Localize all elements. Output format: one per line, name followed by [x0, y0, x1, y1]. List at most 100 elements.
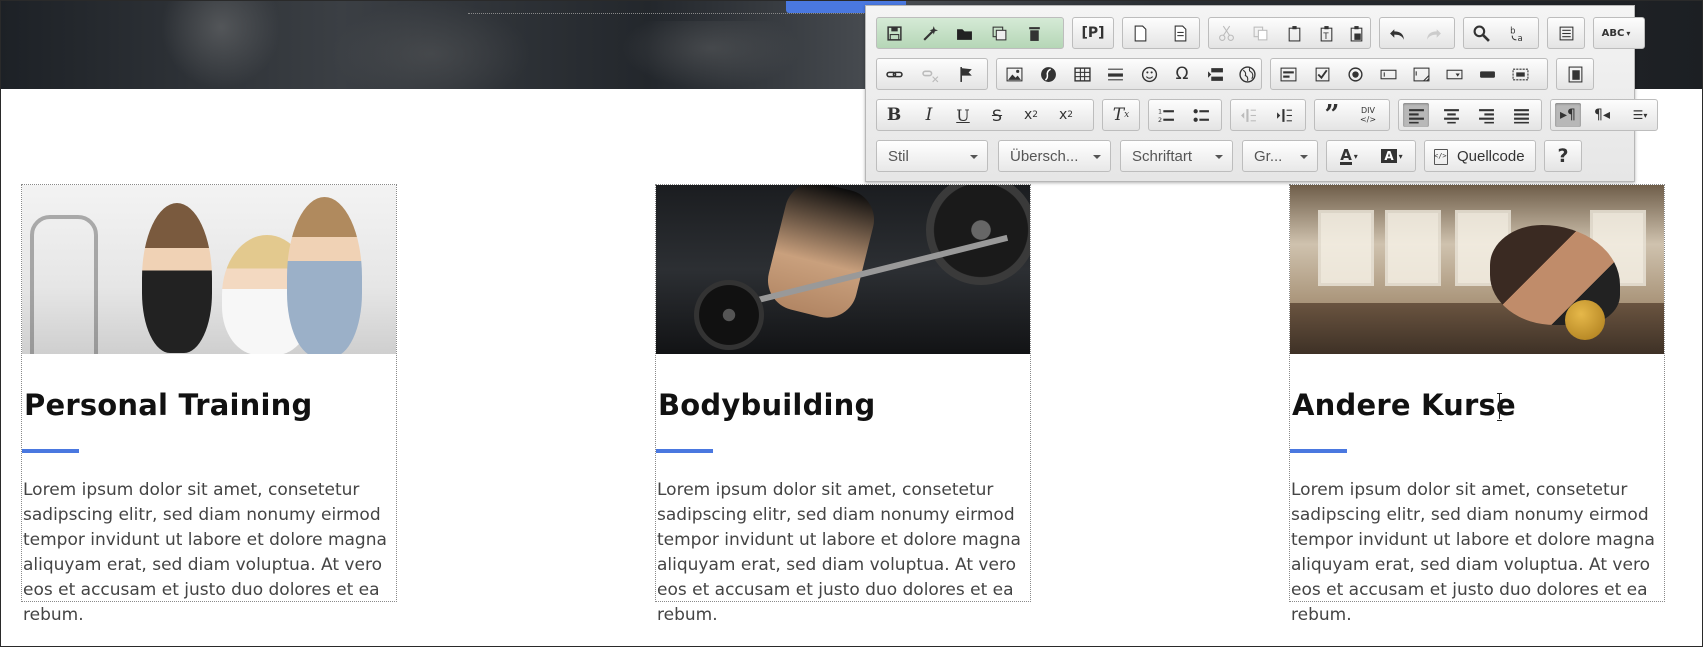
horizontal-rule-icon[interactable]: [1102, 62, 1128, 86]
globe-icon[interactable]: [1234, 62, 1260, 86]
search-icon[interactable]: [1468, 21, 1494, 45]
style-dropdown[interactable]: Stil: [876, 140, 988, 172]
open-folder-icon[interactable]: [951, 21, 977, 45]
button-field-icon[interactable]: [1474, 62, 1500, 86]
svg-text:b: b: [1510, 26, 1515, 36]
svg-text:2: 2: [1158, 115, 1162, 123]
numbered-list-icon[interactable]: 12: [1153, 103, 1179, 127]
unlink-icon[interactable]: [917, 62, 943, 86]
paste-word-icon[interactable]: [1343, 21, 1369, 45]
indent-group: [1230, 99, 1306, 131]
checkbox-icon[interactable]: [1309, 62, 1335, 86]
remove-format-icon[interactable]: Tx: [1108, 103, 1134, 127]
subscript-icon[interactable]: x2: [1018, 103, 1044, 127]
text-field-icon[interactable]: [1375, 62, 1401, 86]
paste-text-icon[interactable]: T: [1313, 21, 1339, 45]
hidden-field-icon[interactable]: [1507, 62, 1533, 86]
chevron-down-icon: [1300, 155, 1308, 159]
duplicate-icon[interactable]: [986, 21, 1012, 45]
hero-shape: [621, 21, 801, 89]
undo-icon[interactable]: [1384, 21, 1410, 45]
italic-icon[interactable]: I: [916, 103, 942, 127]
magic-wand-icon[interactable]: [916, 21, 942, 45]
iframe-icon[interactable]: [1562, 62, 1588, 86]
cut-icon[interactable]: [1213, 21, 1239, 45]
select-field-icon[interactable]: [1441, 62, 1467, 86]
size-dropdown[interactable]: Gr...: [1242, 140, 1318, 172]
card-title[interactable]: Bodybuilding: [658, 388, 875, 422]
align-right-icon[interactable]: [1473, 103, 1499, 127]
card-text[interactable]: Lorem ipsum dolor sit amet, consetetur s…: [23, 478, 395, 628]
bullet-list-icon[interactable]: [1188, 103, 1214, 127]
card-title[interactable]: Personal Training: [24, 388, 312, 422]
font-dropdown[interactable]: Schriftart: [1120, 140, 1233, 172]
block-group: ” DIV </>: [1314, 99, 1390, 131]
flash-icon[interactable]: [1035, 62, 1061, 86]
copy-icon[interactable]: [1247, 21, 1273, 45]
radio-icon[interactable]: [1342, 62, 1368, 86]
title-underline: [22, 449, 79, 453]
language-icon[interactable]: ☰ ▾: [1621, 103, 1659, 127]
align-center-icon[interactable]: [1438, 103, 1464, 127]
style-dropdown-label: Stil: [888, 148, 909, 165]
paste-icon[interactable]: [1281, 21, 1307, 45]
card-image-personal-training[interactable]: [22, 185, 396, 354]
save-icon[interactable]: [881, 21, 907, 45]
chevron-down-icon: [1215, 155, 1223, 159]
card-image-bodybuilding[interactable]: [656, 185, 1030, 354]
help-group: ?: [1544, 140, 1582, 172]
hero-editable-border: [468, 13, 868, 14]
background-color-icon[interactable]: A ▾: [1373, 144, 1411, 168]
outdent-icon[interactable]: [1235, 103, 1261, 127]
text-color-icon[interactable]: A ▾: [1330, 144, 1368, 168]
direction-group: ▸¶ ¶◂ ☰ ▾: [1550, 99, 1658, 131]
templates-icon[interactable]: [1167, 21, 1193, 45]
table-icon[interactable]: [1069, 62, 1095, 86]
code-glyph: </>: [1359, 115, 1377, 124]
help-button[interactable]: ?: [1550, 144, 1576, 168]
course-card-personal-training[interactable]: Personal Training Lorem ipsum dolor sit …: [21, 184, 397, 625]
source-code-label: Quellcode: [1457, 148, 1525, 165]
select-all-icon[interactable]: [1553, 21, 1579, 45]
card-text[interactable]: Lorem ipsum dolor sit amet, consetetur s…: [1291, 478, 1663, 628]
new-page-icon[interactable]: [1127, 21, 1153, 45]
spellcheck-icon[interactable]: ABC ▾: [1597, 21, 1635, 45]
superscript-icon[interactable]: x2: [1053, 103, 1079, 127]
redo-icon[interactable]: [1420, 21, 1446, 45]
image-icon[interactable]: [1001, 62, 1027, 86]
link-icon[interactable]: [881, 62, 907, 86]
bold-icon[interactable]: B: [881, 103, 907, 127]
strikethrough-icon[interactable]: S: [984, 103, 1010, 127]
placeholder-button[interactable]: [P]: [1074, 21, 1112, 45]
align-left-icon[interactable]: [1403, 103, 1429, 127]
course-card-bodybuilding[interactable]: Bodybuilding Lorem ipsum dolor sit amet,…: [655, 184, 1031, 625]
delete-icon[interactable]: [1021, 21, 1047, 45]
card-title[interactable]: Andere Kurse: [1292, 388, 1516, 422]
athlete: [761, 185, 881, 324]
align-justify-icon[interactable]: [1508, 103, 1534, 127]
smiley-icon[interactable]: [1136, 62, 1162, 86]
source-code-button[interactable]: Quellcode: [1424, 140, 1536, 172]
replace-icon[interactable]: ba: [1504, 21, 1530, 45]
card-image-andere-kurse[interactable]: [1290, 185, 1664, 354]
textarea-icon[interactable]: [1408, 62, 1434, 86]
underline-icon[interactable]: U: [950, 103, 976, 127]
window: [1318, 210, 1374, 286]
card-text[interactable]: Lorem ipsum dolor sit amet, consetetur s…: [657, 478, 1029, 628]
special-char-icon[interactable]: Ω: [1169, 62, 1195, 86]
course-card-andere-kurse[interactable]: Andere Kurse Lorem ipsum dolor sit amet,…: [1289, 184, 1665, 625]
form-icon[interactable]: [1275, 62, 1301, 86]
page-break-icon[interactable]: [1202, 62, 1228, 86]
div-container-icon[interactable]: DIV </>: [1355, 103, 1381, 127]
template-group: [1122, 17, 1200, 49]
anchor-flag-icon[interactable]: [953, 62, 979, 86]
chevron-down-icon: ▾: [1626, 28, 1631, 38]
indent-icon[interactable]: [1271, 103, 1297, 127]
link-group: [876, 58, 988, 90]
rtl-icon[interactable]: ¶◂: [1589, 103, 1615, 127]
heading-dropdown[interactable]: Übersch...: [998, 140, 1111, 172]
insert-group: Ω: [996, 58, 1262, 90]
blockquote-icon[interactable]: ”: [1319, 100, 1345, 130]
ltr-icon[interactable]: ▸¶: [1555, 103, 1581, 127]
heading-dropdown-label: Übersch...: [1010, 148, 1079, 165]
